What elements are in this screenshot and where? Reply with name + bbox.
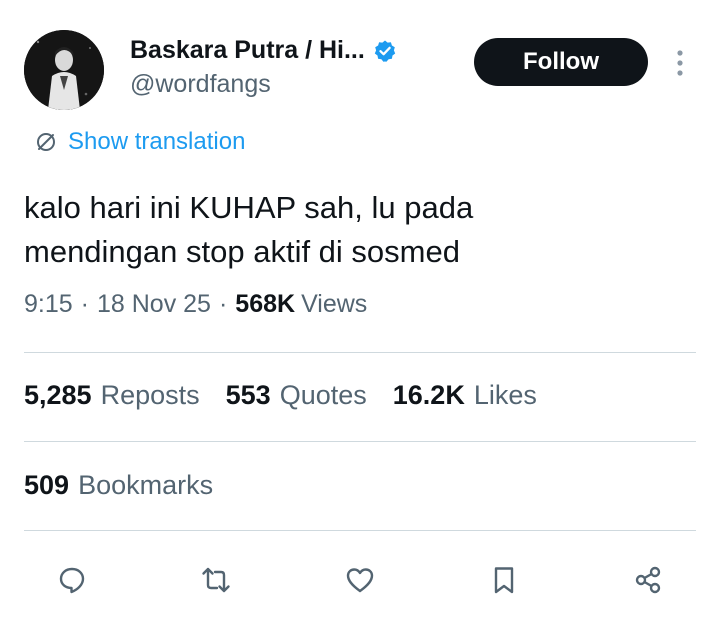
show-translation-link[interactable]: Show translation bbox=[34, 128, 245, 156]
tweet-text-line: mendingan stop aktif di sosmed bbox=[24, 234, 460, 269]
likes-label: Likes bbox=[473, 380, 537, 410]
reply-icon bbox=[59, 567, 85, 594]
tweet-time[interactable]: 9:15 bbox=[24, 290, 73, 319]
bookmark-button[interactable] bbox=[482, 558, 526, 602]
share-icon bbox=[635, 566, 661, 594]
bookmarks-count: 509 bbox=[24, 470, 70, 500]
views-label: Views bbox=[301, 290, 368, 318]
likes-stat[interactable]: 16.2K Likes bbox=[393, 380, 537, 411]
avatar-image bbox=[24, 30, 104, 110]
quotes-stat[interactable]: 553 Quotes bbox=[226, 380, 367, 411]
repost-button[interactable] bbox=[194, 558, 238, 602]
engagement-stats: 5,285 Reposts 553 Quotes 16.2K Likes bbox=[24, 380, 563, 411]
divider bbox=[24, 530, 696, 531]
bookmark-icon bbox=[494, 567, 514, 594]
meta-separator: · bbox=[218, 290, 228, 318]
reply-button[interactable] bbox=[50, 558, 94, 602]
translate-icon bbox=[37, 133, 55, 151]
bookmarks-stat[interactable]: 509 Bookmarks bbox=[24, 470, 213, 501]
quotes-label: Quotes bbox=[279, 380, 367, 410]
verified-badge-icon bbox=[374, 40, 396, 62]
share-button[interactable] bbox=[626, 558, 670, 602]
bookmarks-label: Bookmarks bbox=[78, 470, 214, 500]
tweet-text-line: kalo hari ini KUHAP sah, lu pada bbox=[24, 190, 474, 225]
tweet-date[interactable]: 18 Nov 25 bbox=[97, 290, 211, 319]
likes-count: 16.2K bbox=[392, 380, 465, 410]
tweet-text: kalo hari ini KUHAP sah, lu pada mending… bbox=[24, 186, 696, 274]
author-name-row: Baskara Putra / Hi... bbox=[130, 36, 397, 65]
repost-icon bbox=[202, 567, 230, 593]
show-translation-label: Show translation bbox=[68, 128, 246, 155]
like-button[interactable] bbox=[338, 558, 382, 602]
divider bbox=[24, 352, 696, 353]
author-handle[interactable]: @wordfangs bbox=[130, 70, 271, 99]
divider bbox=[24, 441, 696, 442]
quotes-count: 553 bbox=[225, 380, 271, 410]
views-count: 568K bbox=[235, 290, 296, 318]
tweet-meta: 9:15 · 18 Nov 25 · 568K Views bbox=[24, 290, 367, 319]
reposts-label: Reposts bbox=[100, 380, 200, 410]
avatar[interactable] bbox=[24, 30, 104, 110]
like-icon bbox=[346, 568, 374, 593]
reposts-stat[interactable]: 5,285 Reposts bbox=[24, 380, 200, 411]
author-name[interactable]: Baskara Putra / Hi... bbox=[130, 36, 365, 65]
meta-separator: · bbox=[80, 290, 89, 318]
tweet-header: Baskara Putra / Hi... @wordfangs Follow bbox=[24, 28, 696, 112]
more-options-icon[interactable] bbox=[672, 48, 688, 78]
reposts-count: 5,285 bbox=[24, 380, 92, 410]
action-bar bbox=[0, 558, 720, 602]
follow-button[interactable]: Follow bbox=[474, 38, 648, 86]
